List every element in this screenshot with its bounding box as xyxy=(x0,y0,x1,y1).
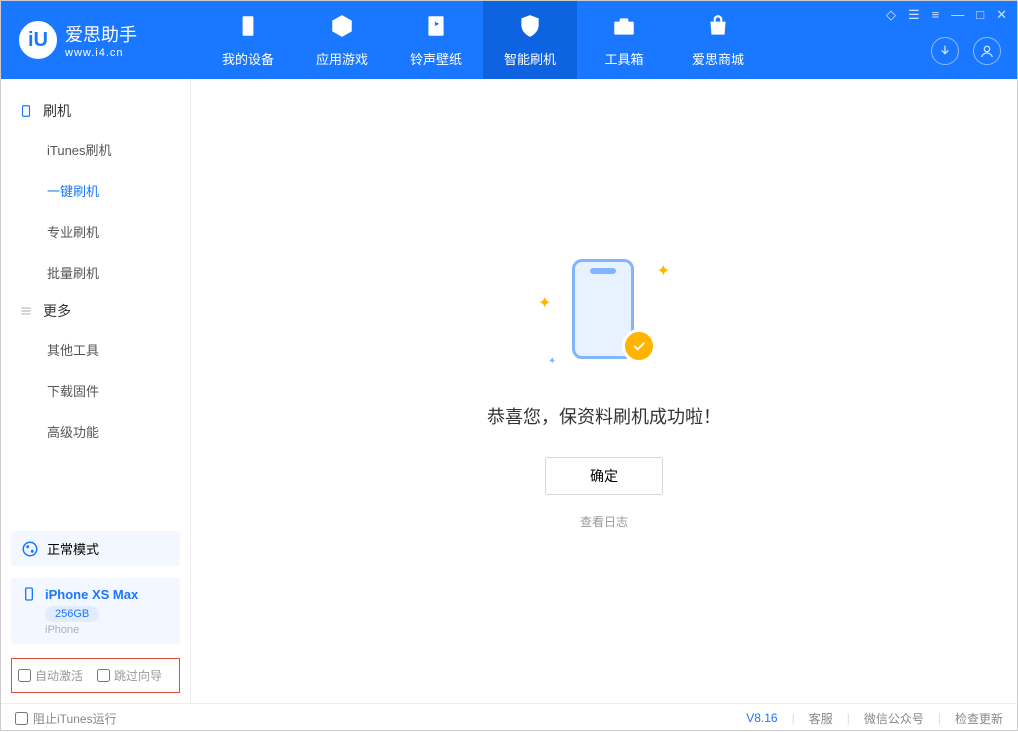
nav-my-device[interactable]: 我的设备 xyxy=(201,1,295,79)
cube-icon xyxy=(329,13,355,45)
footer-link-wechat[interactable]: 微信公众号 xyxy=(864,710,924,727)
check-badge-icon xyxy=(622,329,656,363)
menu-icon[interactable]: ☰ xyxy=(908,7,920,23)
app-title: 爱思助手 xyxy=(65,21,137,47)
app-url: www.i4.cn xyxy=(65,47,137,59)
device-box[interactable]: iPhone XS Max 256GB iPhone xyxy=(11,578,180,644)
sidebar: 刷机 iTunes刷机 一键刷机 专业刷机 批量刷机 更多 其他工具 下载固件 … xyxy=(1,79,191,703)
sidebar-item-other-tools[interactable]: 其他工具 xyxy=(1,329,190,370)
sidebar-item-download-firmware[interactable]: 下载固件 xyxy=(1,370,190,411)
auto-activate-check[interactable]: 自动激活 xyxy=(18,667,83,684)
sidebar-item-itunes-flash[interactable]: iTunes刷机 xyxy=(1,129,190,170)
footer-link-update[interactable]: 检查更新 xyxy=(955,710,1003,727)
shirt-icon[interactable]: ◇ xyxy=(886,7,896,23)
nav-store[interactable]: 爱思商城 xyxy=(671,1,765,79)
download-button[interactable] xyxy=(931,37,959,65)
device-type: iPhone xyxy=(45,624,79,636)
version-label: V8.16 xyxy=(746,711,777,725)
success-message: 恭喜您，保资料刷机成功啦！ xyxy=(487,403,721,429)
footer: 阻止iTunes运行 V8.16 | 客服 | 微信公众号 | 检查更新 xyxy=(1,703,1017,732)
shield-icon xyxy=(517,13,543,45)
mode-icon xyxy=(21,540,39,558)
logo-area: iU 爱思助手 www.i4.cn xyxy=(1,21,201,59)
nav-label: 爱思商城 xyxy=(692,49,744,68)
option-checks: 自动激活 跳过向导 xyxy=(11,658,180,693)
device-icon xyxy=(235,13,261,45)
section-flash-title: 刷机 xyxy=(1,93,190,129)
nav-label: 智能刷机 xyxy=(504,49,556,68)
toolbox-icon xyxy=(611,13,637,45)
block-itunes-check[interactable]: 阻止iTunes运行 xyxy=(15,710,117,727)
sparkle-icon: ✦ xyxy=(538,293,551,313)
footer-link-support[interactable]: 客服 xyxy=(809,710,833,727)
skip-guide-check[interactable]: 跳过向导 xyxy=(97,667,162,684)
nav-flash[interactable]: 智能刷机 xyxy=(483,1,577,79)
more-icon xyxy=(19,304,33,318)
sidebar-item-advanced[interactable]: 高级功能 xyxy=(1,411,190,452)
phone-icon xyxy=(19,104,33,118)
nav-ringtones[interactable]: 铃声壁纸 xyxy=(389,1,483,79)
header: iU 爱思助手 www.i4.cn 我的设备 应用游戏 铃声壁纸 智能刷机 工具… xyxy=(1,1,1017,79)
sidebar-item-pro-flash[interactable]: 专业刷机 xyxy=(1,211,190,252)
close-button[interactable]: ✕ xyxy=(996,7,1007,23)
bag-icon xyxy=(705,13,731,45)
top-nav: 我的设备 应用游戏 铃声壁纸 智能刷机 工具箱 爱思商城 xyxy=(201,1,765,79)
nav-label: 应用游戏 xyxy=(316,49,368,68)
music-icon xyxy=(423,13,449,45)
device-small-icon xyxy=(21,586,37,602)
sidebar-item-oneclick-flash[interactable]: 一键刷机 xyxy=(1,170,190,211)
device-name: iPhone XS Max xyxy=(45,587,138,602)
mode-label: 正常模式 xyxy=(47,539,99,558)
nav-label: 铃声壁纸 xyxy=(410,49,462,68)
storage-badge: 256GB xyxy=(45,606,99,622)
user-button[interactable] xyxy=(973,37,1001,65)
view-log-link[interactable]: 查看日志 xyxy=(580,513,628,530)
nav-apps[interactable]: 应用游戏 xyxy=(295,1,389,79)
minimize-button[interactable]: — xyxy=(951,7,964,23)
success-illustration: ✦ ✦ ✦ xyxy=(534,253,674,373)
ok-button[interactable]: 确定 xyxy=(545,457,663,495)
nav-label: 工具箱 xyxy=(604,49,643,68)
maximize-button[interactable]: □ xyxy=(976,7,984,23)
mode-box[interactable]: 正常模式 xyxy=(11,531,180,566)
section-more-title: 更多 xyxy=(1,293,190,329)
list-icon[interactable]: ≡ xyxy=(932,7,940,23)
sparkle-icon: ✦ xyxy=(657,261,670,281)
logo-icon: iU xyxy=(19,21,57,59)
window-controls: ◇ ☰ ≡ — □ ✕ xyxy=(886,7,1007,23)
nav-label: 我的设备 xyxy=(222,49,274,68)
sidebar-item-batch-flash[interactable]: 批量刷机 xyxy=(1,252,190,293)
header-actions xyxy=(931,37,1001,65)
nav-toolbox[interactable]: 工具箱 xyxy=(577,1,671,79)
main-content: ✦ ✦ ✦ 恭喜您，保资料刷机成功啦！ 确定 查看日志 xyxy=(191,79,1017,703)
sparkle-icon: ✦ xyxy=(548,356,556,367)
